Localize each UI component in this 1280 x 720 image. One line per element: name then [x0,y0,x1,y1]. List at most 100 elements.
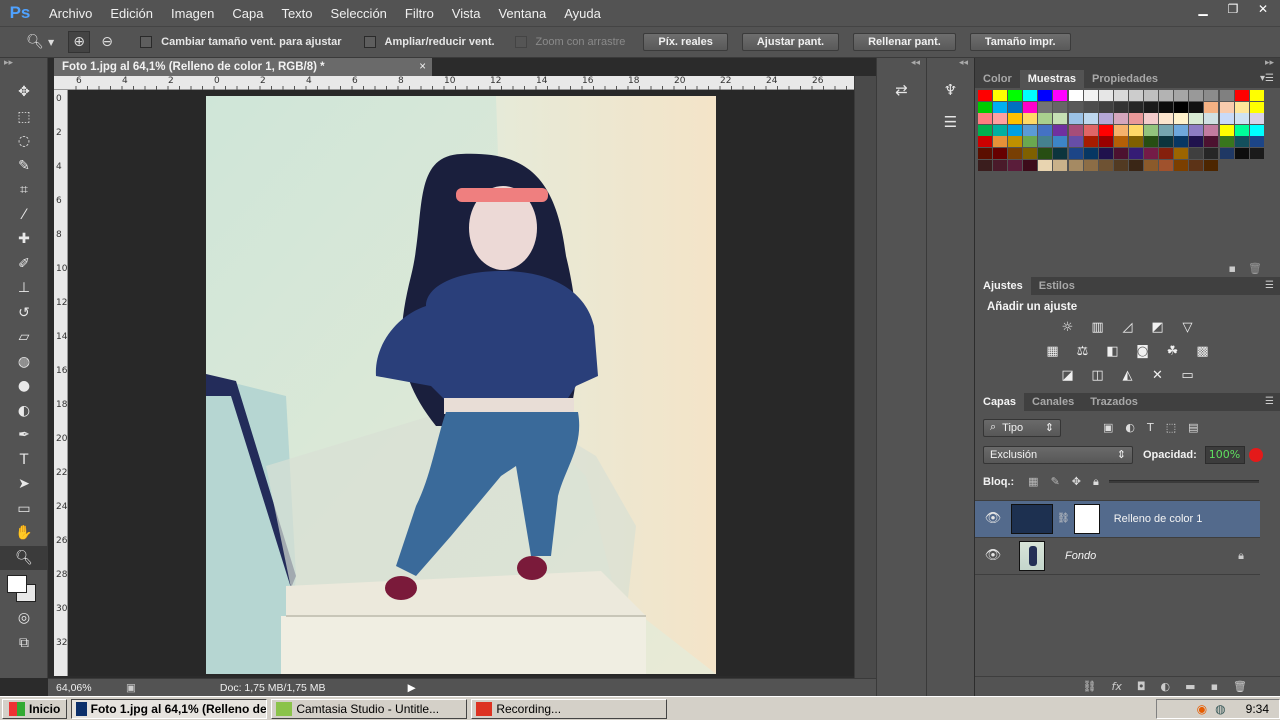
color-swatch[interactable] [1249,136,1264,148]
color-swatch[interactable] [1189,124,1204,136]
zoom-tool-icon[interactable]: 🔍︎ [0,545,48,570]
print-size-button[interactable]: Tamaño impr. [969,33,1071,51]
color-swatch[interactable] [1219,90,1234,101]
menu-archivo[interactable]: Archivo [40,6,101,21]
color-swatch[interactable] [1174,113,1189,125]
chevron-down-icon[interactable]: ▼ [48,38,54,47]
zoom-in-icon[interactable]: ⊕ [68,31,91,53]
color-swatch[interactable] [1008,147,1023,159]
menu-texto[interactable]: Texto [272,6,321,21]
fit-screen-button[interactable]: Ajustar pant. [741,33,840,51]
collapse-icon[interactable]: ◂◂ [877,58,926,70]
color-swatch[interactable] [1159,159,1174,171]
color-swatch[interactable] [1068,124,1083,136]
taskbar-photoshop[interactable]: Foto 1.jpg al 64,1% (Relleno de color 1,… [71,698,268,719]
new-swatch-icon[interactable]: ▪ [1229,262,1236,275]
color-swatch[interactable] [1113,147,1128,159]
resize-windows-checkbox[interactable]: Cambiar tamaño vent. para ajustar [140,36,342,48]
eye-icon[interactable]: 👁︎ [975,511,1011,526]
tab-muestras[interactable]: Muestras [1019,70,1085,88]
color-swatch[interactable] [1189,159,1204,171]
color-swatch[interactable] [1159,124,1174,136]
color-swatch[interactable] [1144,147,1159,159]
black-white-icon[interactable]: ◧ [1102,343,1124,361]
tray-app-icon[interactable]: ◉ [1197,702,1207,716]
color-swatch[interactable] [1023,136,1038,148]
color-swatch[interactable] [993,90,1008,101]
opacity-input[interactable]: 100% [1204,445,1245,464]
crop-tool-icon[interactable]: ⌗ [0,178,48,203]
color-swatch[interactable] [1098,90,1113,101]
actual-pixels-button[interactable]: Píx. reales [643,33,728,51]
color-swatch[interactable] [1038,101,1053,113]
color-swatch[interactable] [1159,113,1174,125]
selective-color-icon[interactable]: ✕ [1147,367,1169,385]
dodge-tool-icon[interactable]: ◐ [0,399,48,424]
color-swatch[interactable] [978,113,992,125]
close-icon[interactable]: ✕ [1252,2,1274,18]
color-swatch[interactable] [993,159,1008,171]
eraser-icon[interactable]: ▱ [0,325,48,350]
color-swatch[interactable] [1204,113,1219,125]
color-swatch[interactable] [1159,101,1174,113]
color-swatch[interactable] [1098,159,1113,171]
type-tool-icon[interactable]: T [0,448,48,473]
color-swatch[interactable] [1113,90,1128,101]
color-swatch[interactable] [978,90,992,101]
color-swatch[interactable] [1174,101,1189,113]
panel-menu-icon[interactable]: ▾☰ [1260,73,1274,84]
tab-trazados[interactable]: Trazados [1082,393,1146,411]
color-swatch[interactable] [1038,124,1053,136]
tab-color[interactable]: Color [975,70,1020,88]
menu-ventana[interactable]: Ventana [489,6,555,21]
color-swatch[interactable] [1113,124,1128,136]
menu-filtro[interactable]: Filtro [396,6,443,21]
add-mask-icon[interactable]: ◘ [1137,680,1146,693]
history-brush-icon[interactable]: ↺ [0,301,48,326]
opacity-slider[interactable] [1108,480,1259,484]
eye-icon[interactable]: 👁︎ [975,548,1011,563]
color-swatch[interactable] [1174,124,1189,136]
zoom-level[interactable]: 64,06% [56,682,116,694]
tray-network-icon[interactable]: ◍ [1215,702,1225,716]
color-swatch[interactable] [1144,136,1159,148]
color-swatch[interactable] [1174,147,1189,159]
color-swatch[interactable] [1144,113,1159,125]
color-swatch[interactable] [1219,136,1234,148]
blur-tool-icon[interactable]: ● [0,374,48,399]
paint-bucket-icon[interactable]: ◍ [0,350,48,375]
color-swatch[interactable] [978,124,992,136]
menu-ayuda[interactable]: Ayuda [555,6,610,21]
color-swatch[interactable] [1159,136,1174,148]
taskbar-recording[interactable]: Recording... [471,698,668,719]
color-swatch[interactable] [1023,159,1038,171]
hand-tool-icon[interactable]: ✋ [0,521,48,546]
color-swatch[interactable] [993,124,1008,136]
clock[interactable]: 9:34 [1246,702,1269,716]
color-swatch[interactable] [1144,159,1159,171]
color-swatch[interactable] [1174,159,1189,171]
color-swatch[interactable] [1159,90,1174,101]
color-swatch[interactable] [1023,147,1038,159]
color-swatch[interactable] [993,101,1008,113]
fill-layer-thumbnail[interactable] [1011,503,1053,534]
new-adjustment-icon[interactable]: ◐ [1161,680,1171,693]
color-swatch[interactable] [1234,113,1249,125]
start-button[interactable]: Inicio [2,698,68,719]
foreground-color-swatch[interactable] [7,575,27,593]
color-swatch[interactable] [1113,101,1128,113]
color-swatch[interactable] [1189,101,1204,113]
tab-canales[interactable]: Canales [1024,393,1082,411]
color-swatch[interactable] [1053,136,1068,148]
color-swatch[interactable] [1219,101,1234,113]
menu-edicion[interactable]: Edición [101,6,162,21]
color-swatch[interactable] [1083,101,1098,113]
play-arrow-icon[interactable]: ▶ [408,682,416,694]
color-swatch[interactable] [993,136,1008,148]
color-swatch[interactable] [1053,159,1068,171]
color-swatch[interactable] [1023,113,1038,125]
brightness-icon[interactable]: ☼ [1057,319,1079,337]
color-swatch[interactable] [1234,101,1249,113]
filter-type-icon[interactable]: T [1147,421,1154,434]
blend-mode-dropdown[interactable]: Exclusión ⇕ [983,445,1133,464]
